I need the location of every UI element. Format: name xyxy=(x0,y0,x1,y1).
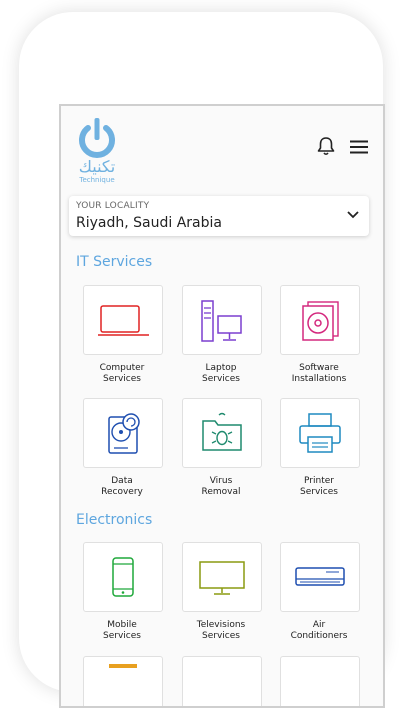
service-tile-computer-services[interactable] xyxy=(83,285,163,355)
mobile-phone-icon xyxy=(112,557,134,597)
tile-label: Mobile Services xyxy=(103,620,141,641)
section-title-electronics: Electronics xyxy=(76,512,153,528)
printer-icon xyxy=(299,413,341,453)
notification-bell-icon[interactable] xyxy=(317,136,335,156)
tile-label: Air Conditioners xyxy=(290,620,348,641)
service-tile-air-conditioners[interactable] xyxy=(280,542,360,612)
service-tile-partial[interactable] xyxy=(182,656,262,706)
section-title-it-services: IT Services xyxy=(76,254,153,270)
service-tile-laptop-services[interactable] xyxy=(182,285,262,355)
power-logo-icon xyxy=(79,118,115,158)
tile-label: Laptop Services xyxy=(202,363,240,384)
tile-label: Televisions Services xyxy=(196,620,246,641)
tile-label: Virus Removal xyxy=(201,476,241,497)
brand-logo[interactable]: تكنيك Technique xyxy=(74,116,120,190)
hamburger-menu-icon[interactable] xyxy=(349,140,369,154)
chevron-down-icon xyxy=(347,211,359,219)
service-tile-partial[interactable] xyxy=(83,656,163,706)
software-disc-icon xyxy=(302,301,339,341)
brand-name: Technique xyxy=(79,176,115,184)
service-tile-virus-removal[interactable] xyxy=(182,398,262,468)
locality-label: YOUR LOCALITY xyxy=(76,201,150,211)
app-screen: تكنيك Technique YOUR LOCALITY Riyadh, Sa… xyxy=(59,104,385,708)
television-icon xyxy=(199,561,245,595)
app-header: تكنيك Technique xyxy=(61,106,383,196)
locality-value: Riyadh, Saudi Arabia xyxy=(76,215,222,231)
locality-selector[interactable]: YOUR LOCALITY Riyadh, Saudi Arabia xyxy=(69,196,369,236)
laptop-icon xyxy=(98,305,149,336)
virus-folder-icon xyxy=(202,412,242,451)
tile-label: Data Recovery xyxy=(101,476,143,497)
brand-arabic-text: تكنيك xyxy=(78,157,116,176)
hard-drive-icon xyxy=(108,413,140,454)
service-tile-partial[interactable] xyxy=(280,656,360,706)
phone-frame: تكنيك Technique YOUR LOCALITY Riyadh, Sa… xyxy=(19,12,385,708)
service-tile-data-recovery[interactable] xyxy=(83,398,163,468)
desktop-computer-icon xyxy=(201,300,242,342)
service-tile-mobile-services[interactable] xyxy=(83,542,163,612)
tile-label: Computer Services xyxy=(99,363,145,384)
tile-label: Software Installations xyxy=(291,363,347,384)
service-tile-printer-services[interactable] xyxy=(280,398,360,468)
air-conditioner-icon xyxy=(295,567,345,586)
service-tile-televisions-services[interactable] xyxy=(182,542,262,612)
service-tile-software-installations[interactable] xyxy=(280,285,360,355)
tile-label: Printer Services xyxy=(300,476,338,497)
